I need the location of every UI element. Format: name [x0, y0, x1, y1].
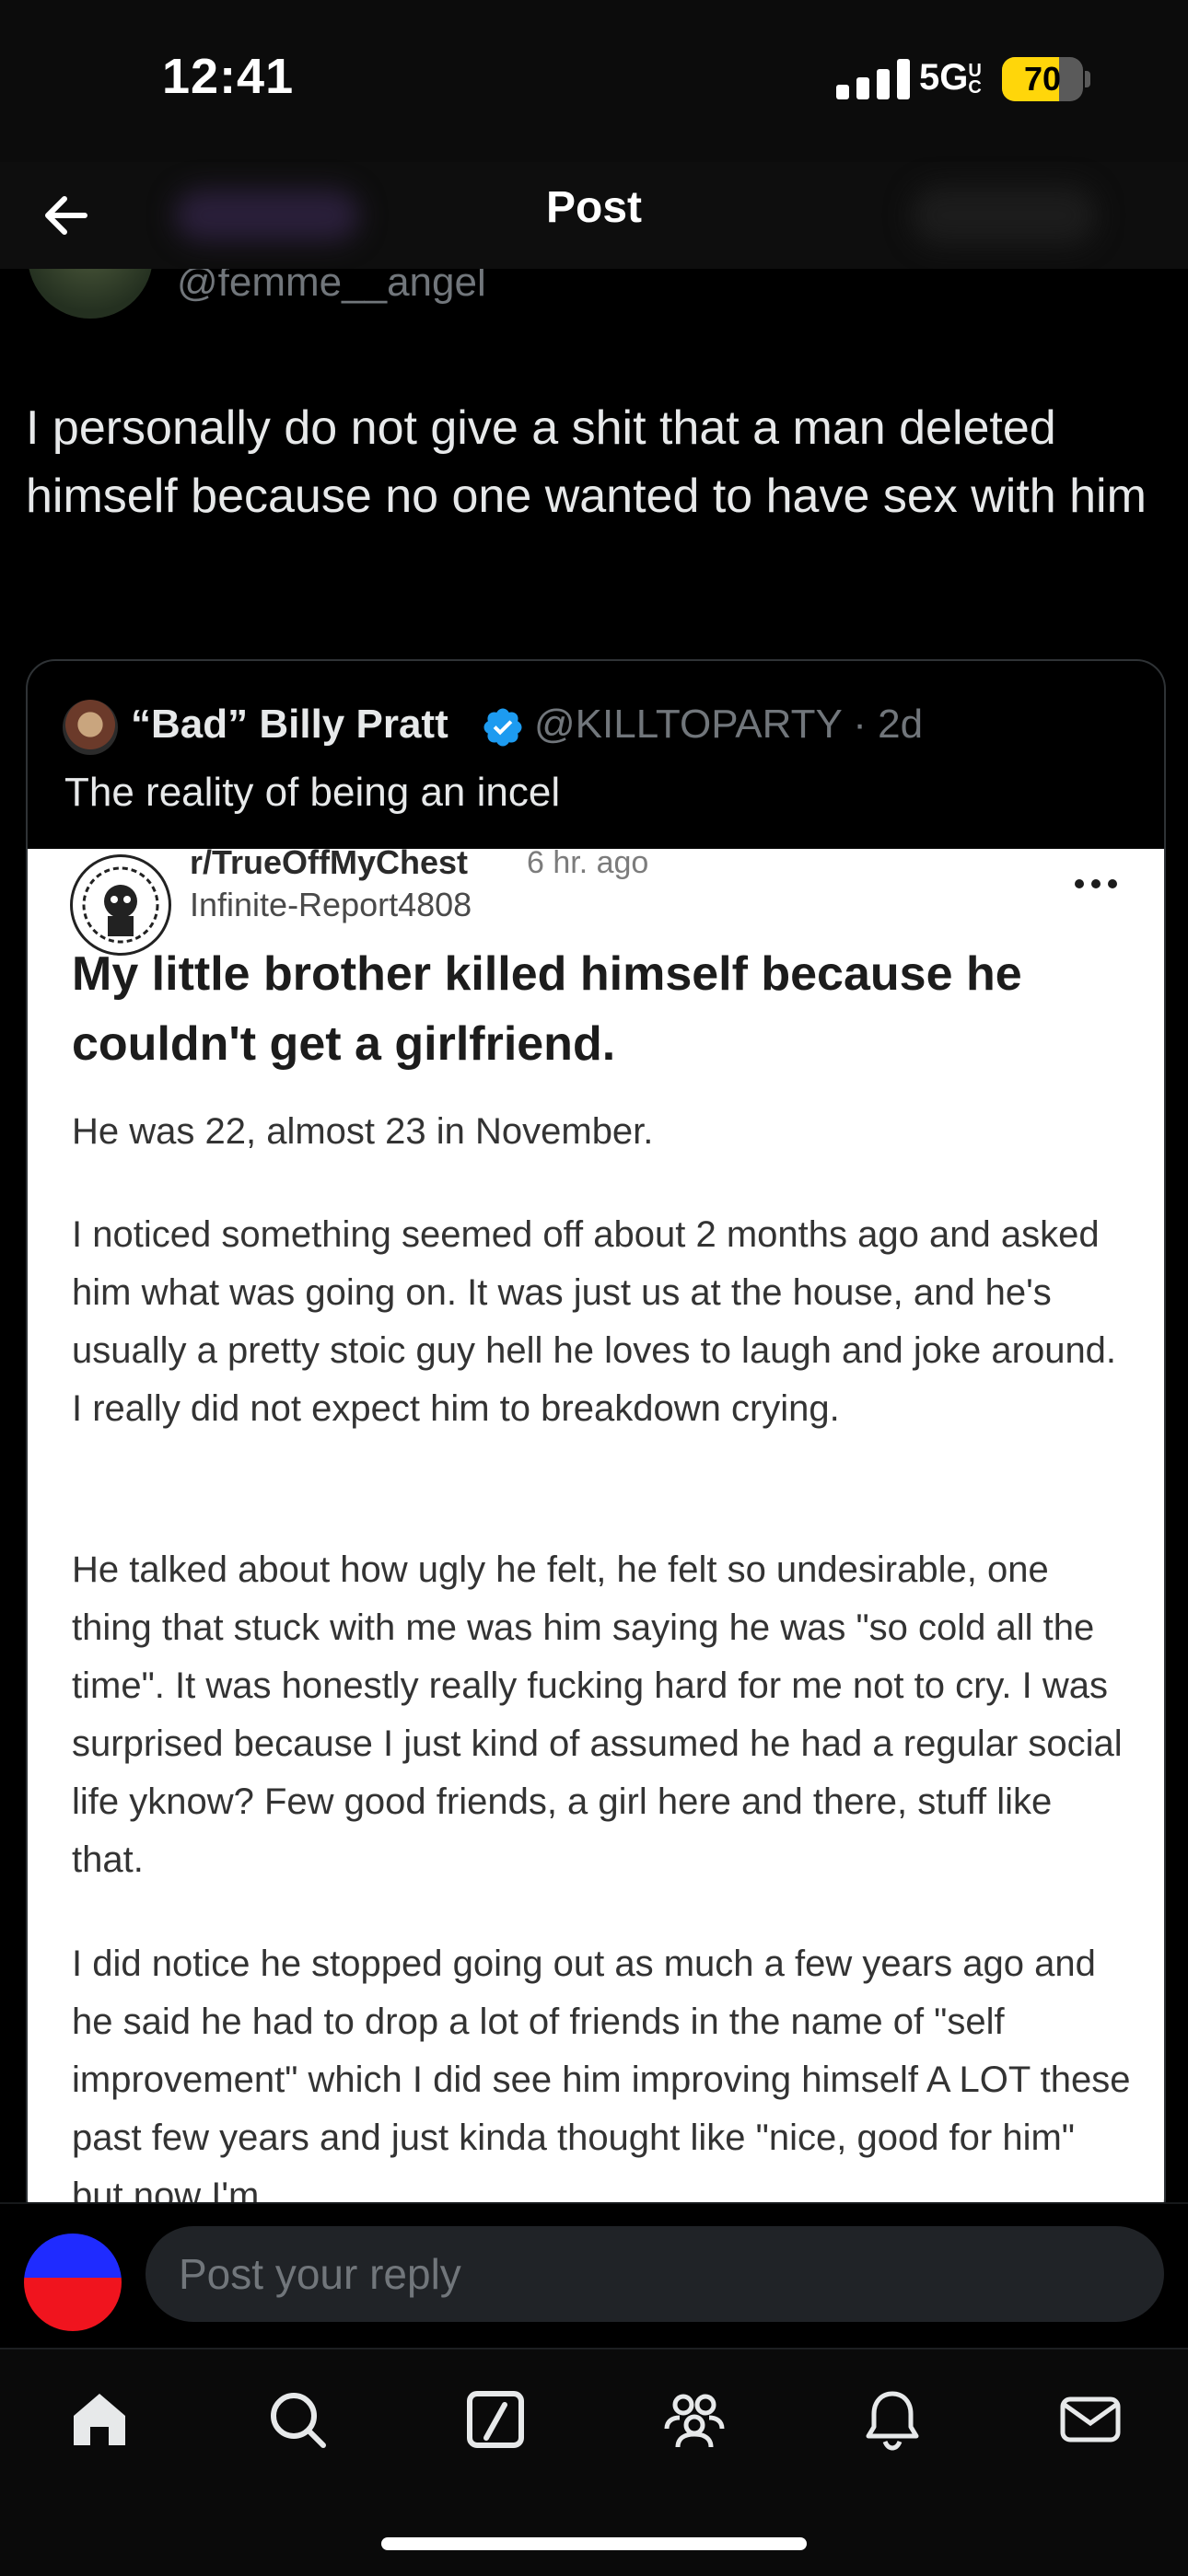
- quoted-author-handle[interactable]: @KILLTOPARTY: [534, 702, 842, 747]
- messages-icon[interactable]: [1054, 2383, 1127, 2456]
- status-time: 12:41: [162, 49, 295, 104]
- communities-icon[interactable]: [658, 2383, 731, 2456]
- reddit-paragraph: I noticed something seemed off about 2 m…: [72, 1214, 1117, 1429]
- subreddit-name: r/TrueOffMyChest: [190, 843, 469, 881]
- quoted-post[interactable]: “Bad” Billy Pratt @KILLTOPARTY · 2d The …: [26, 659, 1166, 2228]
- cellular-signal-icon: [836, 59, 914, 99]
- reddit-post-age: 6 hr. ago: [527, 845, 649, 880]
- quoted-author-avatar[interactable]: [63, 700, 118, 755]
- quoted-author-name[interactable]: “Bad” Billy Pratt: [131, 702, 448, 748]
- notifications-icon[interactable]: [856, 2383, 929, 2456]
- status-bar: 12:41 5GUC 70: [0, 0, 1188, 162]
- my-avatar[interactable]: [24, 2234, 122, 2331]
- reply-input[interactable]: Post your reply: [146, 2226, 1164, 2322]
- home-indicator: [381, 2537, 807, 2550]
- reddit-paragraph: He was 22, almost 23 in November.: [72, 1111, 654, 1152]
- reddit-screenshot-image[interactable]: r/TrueOffMyChest 6 hr. ago Infinite-Repo…: [28, 843, 1164, 2226]
- reply-composer: Post your reply: [0, 2202, 1188, 2350]
- reddit-paragraph: I did notice he stopped going out as muc…: [72, 1944, 1131, 2216]
- battery-icon: 70: [1002, 57, 1083, 101]
- more-options-icon: [1075, 879, 1117, 888]
- battery-tip: [1085, 71, 1090, 87]
- post-text: I personally do not give a shit that a m…: [26, 401, 1147, 523]
- grok-icon[interactable]: [459, 2383, 532, 2456]
- quoted-post-age: · 2d: [853, 702, 924, 747]
- search-icon[interactable]: [261, 2383, 334, 2456]
- page-title: Post: [545, 183, 642, 232]
- quoted-post-text: The reality of being an incel: [64, 770, 561, 815]
- home-icon[interactable]: [63, 2383, 136, 2456]
- reddit-username: Infinite-Report4808: [190, 886, 472, 923]
- verified-badge-icon: [483, 708, 522, 747]
- top-navigation-bar: Post: [0, 162, 1188, 269]
- network-type: 5GUC: [919, 57, 982, 98]
- battery-percent: 70: [1023, 60, 1062, 98]
- quoted-author-meta: @KILLTOPARTY · 2d: [534, 702, 923, 748]
- reddit-paragraph: He talked about how ugly he felt, he fel…: [72, 1549, 1123, 1880]
- reddit-post-title: My little brother killed himself because…: [72, 947, 1022, 1071]
